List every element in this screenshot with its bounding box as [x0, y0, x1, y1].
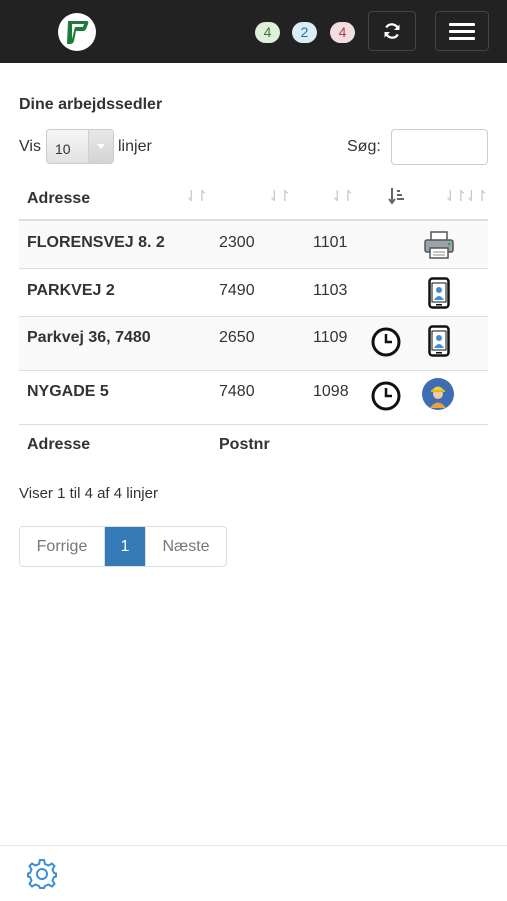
row-number: 1103	[313, 282, 348, 299]
column-footer-address: Adresse	[27, 436, 91, 453]
status-badge-green[interactable]: 4	[255, 22, 280, 43]
page-title: Dine arbejdssedler	[19, 96, 163, 113]
status-badge-red[interactable]: 4	[330, 22, 355, 43]
length-suffix-label: linjer	[118, 138, 152, 155]
status-badge-blue[interactable]: 2	[292, 22, 317, 43]
logo-icon	[67, 21, 89, 44]
row-address: NYGADE 5	[27, 383, 109, 400]
page-length-value: 10	[55, 141, 71, 157]
table-info: Viser 1 til 4 af 4 linjer	[19, 485, 158, 502]
row-address: PARKVEJ 2	[27, 282, 115, 299]
table-row[interactable]: Parkvej 36, 7480 2650 1109	[19, 317, 488, 370]
mobile-phone-icon[interactable]	[428, 277, 450, 309]
row-divider	[19, 424, 488, 425]
sort-desc-icon[interactable]	[388, 187, 406, 205]
sort-icon-address[interactable]: ⇃↾	[185, 187, 208, 205]
page-length-select[interactable]: 10	[46, 129, 114, 164]
row-number: 1101	[313, 234, 348, 251]
page-1-button[interactable]: 1	[105, 527, 145, 566]
sort-icon-postnr[interactable]: ⇃↾	[268, 187, 291, 205]
sort-icon-status[interactable]: ⇃↾⇃↾	[444, 187, 488, 205]
next-page-button[interactable]: Næste	[145, 527, 226, 566]
column-footer-postnr: Postnr	[219, 436, 270, 453]
bottom-toolbar	[0, 845, 507, 901]
column-header-address[interactable]: Adresse	[27, 190, 90, 208]
sort-icon-number[interactable]: ⇃↾	[331, 187, 354, 205]
app-logo[interactable]	[58, 13, 96, 51]
table-row[interactable]: NYGADE 5 7480 1098	[19, 371, 488, 424]
search-label: Søg:	[347, 138, 381, 155]
printer-icon[interactable]	[423, 230, 455, 260]
hamburger-menu-icon	[449, 19, 475, 44]
row-number: 1109	[313, 329, 348, 346]
previous-page-button[interactable]: Forrige	[20, 527, 105, 566]
refresh-button[interactable]	[368, 11, 416, 51]
menu-toggle-button[interactable]	[435, 11, 489, 51]
row-address: Parkvej 36, 7480	[27, 329, 151, 346]
navbar: 4 2 4	[0, 0, 507, 63]
chevron-down-icon	[88, 130, 113, 163]
clock-icon[interactable]	[371, 381, 401, 411]
row-number: 1098	[313, 383, 349, 400]
table-row[interactable]: PARKVEJ 2 7490 1103	[19, 269, 488, 316]
clock-icon[interactable]	[371, 327, 401, 357]
worker-icon[interactable]	[421, 377, 455, 411]
row-postnr: 2650	[219, 329, 255, 346]
row-address: FLORENSVEJ 8. 2	[27, 234, 165, 251]
row-postnr: 7480	[219, 383, 255, 400]
table-row[interactable]: FLORENSVEJ 8. 2 2300 1101	[19, 221, 488, 268]
refresh-icon	[384, 23, 400, 39]
row-postnr: 7490	[219, 282, 255, 299]
mobile-phone-icon[interactable]	[428, 325, 450, 357]
length-prefix-label: Vis	[19, 138, 41, 155]
row-postnr: 2300	[219, 234, 255, 251]
gear-icon[interactable]	[26, 858, 58, 890]
search-input[interactable]	[391, 129, 488, 165]
pagination: Forrige 1 Næste	[19, 526, 227, 567]
